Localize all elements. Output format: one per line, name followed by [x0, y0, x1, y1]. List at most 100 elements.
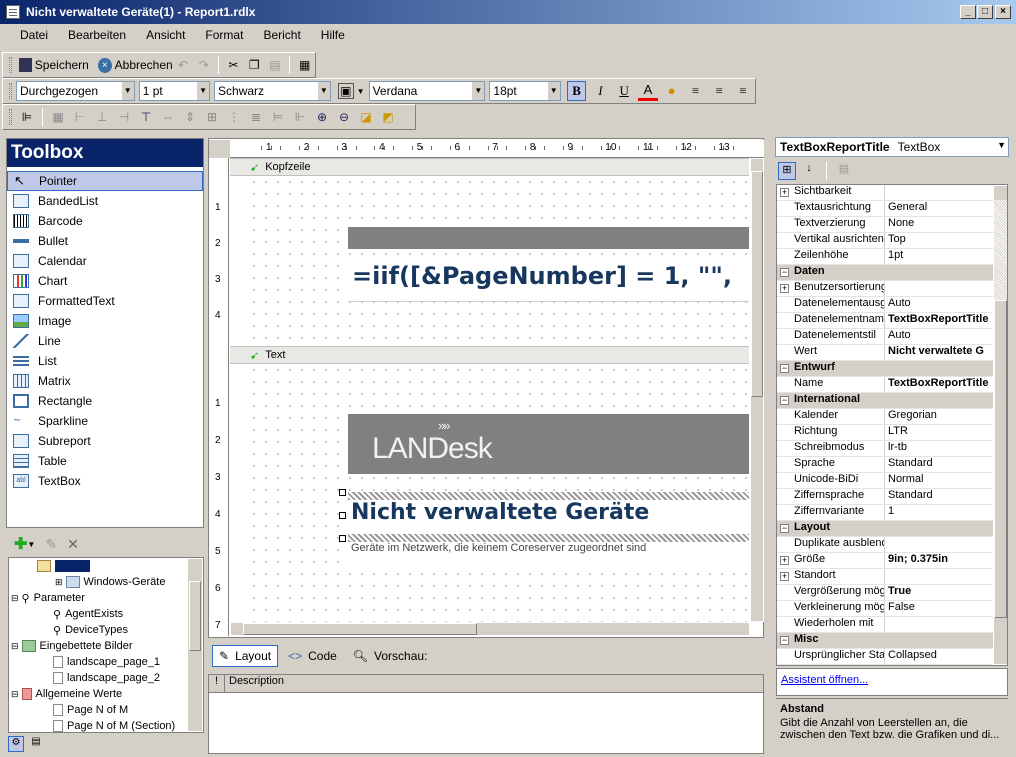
toolbox-item-bandedlist[interactable]: BandedList — [7, 191, 203, 211]
property-value[interactable]: LTR — [885, 425, 993, 440]
property-value[interactable] — [885, 185, 993, 200]
collapse-icon[interactable]: ⊟ — [11, 689, 19, 700]
spacing-decrease-icon[interactable]: ⊩ — [292, 109, 308, 125]
property-row[interactable]: + Sichtbarkeit — [777, 185, 1007, 201]
property-value[interactable]: Standard — [885, 457, 993, 472]
property-value[interactable]: True — [885, 585, 993, 600]
underline-button[interactable]: U — [614, 81, 634, 101]
designer-vertical-scrollbar[interactable] — [750, 158, 764, 622]
toolbox-item-table[interactable]: Table — [7, 451, 203, 471]
cut-icon[interactable]: ✂ — [226, 57, 241, 73]
column-excl[interactable]: ! — [209, 675, 225, 692]
property-row[interactable]: Duplikate ausblend — [777, 537, 1007, 553]
toolbox-item-formattedtext[interactable]: FormattedText — [7, 291, 203, 311]
toolbox-item-textbox[interactable]: abl TextBox — [7, 471, 203, 491]
menu-format[interactable]: Format — [195, 28, 253, 42]
toolbox-item-barcode[interactable]: Barcode — [7, 211, 203, 231]
tree-node-agentexists[interactable]: ⚲ AgentExists — [9, 606, 203, 622]
band-body[interactable]: ➹ Text — [230, 346, 749, 364]
property-row[interactable]: Name TextBoxReportTitle — [777, 377, 1007, 393]
chevron-down-icon[interactable]: ▼ — [357, 87, 365, 96]
collapse-icon[interactable]: − — [780, 396, 789, 405]
property-row[interactable]: Zeilenhöhe 1pt — [777, 249, 1007, 265]
font-color-button[interactable]: A — [638, 81, 658, 101]
toolbox-item-subreport[interactable]: Subreport — [7, 431, 203, 451]
property-row[interactable]: Kalender Gregorian — [777, 409, 1007, 425]
property-value[interactable] — [885, 569, 993, 584]
property-value[interactable]: Top — [885, 233, 993, 248]
align-menu-icon[interactable]: ⊫ — [19, 109, 35, 125]
border-icon[interactable]: ▣ — [337, 83, 354, 99]
scroll-thumb[interactable] — [751, 171, 763, 397]
expand-icon[interactable]: ⊞ — [55, 577, 63, 588]
tree-node-fields[interactable]: Felder — [9, 558, 203, 574]
border-width-select[interactable]: 1 pt ▼ — [138, 81, 211, 101]
resize-handle[interactable] — [339, 512, 346, 519]
property-value[interactable]: Collapsed — [885, 649, 993, 664]
align-tops-icon[interactable]: ⊤ — [138, 109, 154, 125]
report-explorer-icon[interactable]: ⚙ — [8, 736, 24, 752]
toolbar-grip[interactable] — [9, 83, 12, 99]
toolbox-item-rectangle[interactable]: Rectangle — [7, 391, 203, 411]
redo-icon[interactable]: ↷ — [196, 57, 211, 73]
spacing-equal-icon[interactable]: ≣ — [248, 109, 264, 125]
toolbox-item-line[interactable]: Line — [7, 331, 203, 351]
menu-ansicht[interactable]: Ansicht — [136, 28, 195, 42]
collapse-icon[interactable]: − — [780, 524, 789, 533]
toolbox-item-bullet[interactable]: Bullet — [7, 231, 203, 251]
tree-node-landscape-page-1[interactable]: landscape_page_1 — [9, 654, 203, 670]
property-row[interactable]: Wert Nicht verwaltete G — [777, 345, 1007, 361]
align-centers-icon[interactable]: ⊥ — [94, 109, 110, 125]
collapse-icon[interactable]: ⊟ — [11, 641, 19, 652]
property-row[interactable]: Vertikal ausrichten Top — [777, 233, 1007, 249]
expand-icon[interactable]: + — [780, 284, 789, 293]
property-category[interactable]: − Daten — [777, 265, 1007, 281]
property-row[interactable]: Ziffernvariante 1 — [777, 505, 1007, 521]
property-value[interactable]: None — [885, 217, 993, 232]
property-value[interactable]: Standard — [885, 489, 993, 504]
report-subtitle-textbox[interactable]: Geräte im Netzwerk, die keinem Coreserve… — [348, 542, 749, 570]
tree-node-page-n-of-m-section[interactable]: Page N of M (Section) — [9, 718, 203, 732]
tree-node-page-n-of-m[interactable]: Page N of M — [9, 702, 203, 718]
property-value[interactable] — [885, 617, 993, 632]
close-button[interactable]: × — [995, 5, 1011, 19]
tree-node-embedded-images[interactable]: ⊟ Eingebettete Bilder — [9, 638, 203, 654]
resize-handle[interactable] — [339, 489, 346, 496]
center-vertical-icon[interactable]: ⊖ — [336, 109, 352, 125]
header-banner[interactable] — [348, 227, 749, 249]
background-color-icon[interactable]: ● — [662, 81, 682, 101]
menu-hilfe[interactable]: Hilfe — [311, 28, 355, 42]
tab-code[interactable]: <> Code — [278, 645, 347, 667]
toolbox-item-chart[interactable]: Chart — [7, 271, 203, 291]
scroll-thumb[interactable] — [994, 300, 1007, 618]
property-category[interactable]: − Misc — [777, 633, 1007, 649]
toolbox-item-list[interactable]: List — [7, 351, 203, 371]
property-category[interactable]: − Entwurf — [777, 361, 1007, 377]
property-row[interactable]: + Größe 9in; 0.375in — [777, 553, 1007, 569]
paste-icon[interactable]: ▤ — [268, 57, 283, 73]
same-size-icon[interactable]: ⊞ — [204, 109, 220, 125]
save-button[interactable]: Speichern — [35, 58, 89, 72]
property-row[interactable]: Datenelementausg Auto — [777, 297, 1007, 313]
spacing-icon[interactable]: ⋮ — [226, 109, 242, 125]
toolbox-item-calendar[interactable]: Calendar — [7, 251, 203, 271]
same-width-icon[interactable]: ⇔ — [160, 109, 176, 125]
property-row[interactable]: Textverzierung None — [777, 217, 1007, 233]
property-value[interactable]: Auto — [885, 297, 993, 312]
toolbox-item-sparkline[interactable]: ∼ Sparkline — [7, 411, 203, 431]
property-value[interactable]: General — [885, 201, 993, 216]
minimize-button[interactable]: _ — [960, 5, 976, 19]
band-header[interactable]: ➹ Kopfzeile — [230, 158, 749, 176]
align-left-icon[interactable]: ≡ — [686, 81, 706, 101]
spacing-increase-icon[interactable]: ⊨ — [270, 109, 286, 125]
fields-list-icon[interactable]: ▤ — [28, 736, 44, 752]
font-select[interactable]: Verdana ▼ — [368, 81, 486, 101]
collapse-icon[interactable]: − — [780, 636, 789, 645]
property-object-select[interactable]: TextBoxReportTitle TextBox ▼ — [775, 137, 1009, 157]
align-rights-icon[interactable]: ⊣ — [116, 109, 132, 125]
expand-icon[interactable]: + — [780, 572, 789, 581]
property-value[interactable]: False — [885, 601, 993, 616]
tree-scrollbar[interactable] — [187, 558, 203, 732]
property-value[interactable]: 1 — [885, 505, 993, 520]
undo-icon[interactable]: ↶ — [176, 57, 191, 73]
